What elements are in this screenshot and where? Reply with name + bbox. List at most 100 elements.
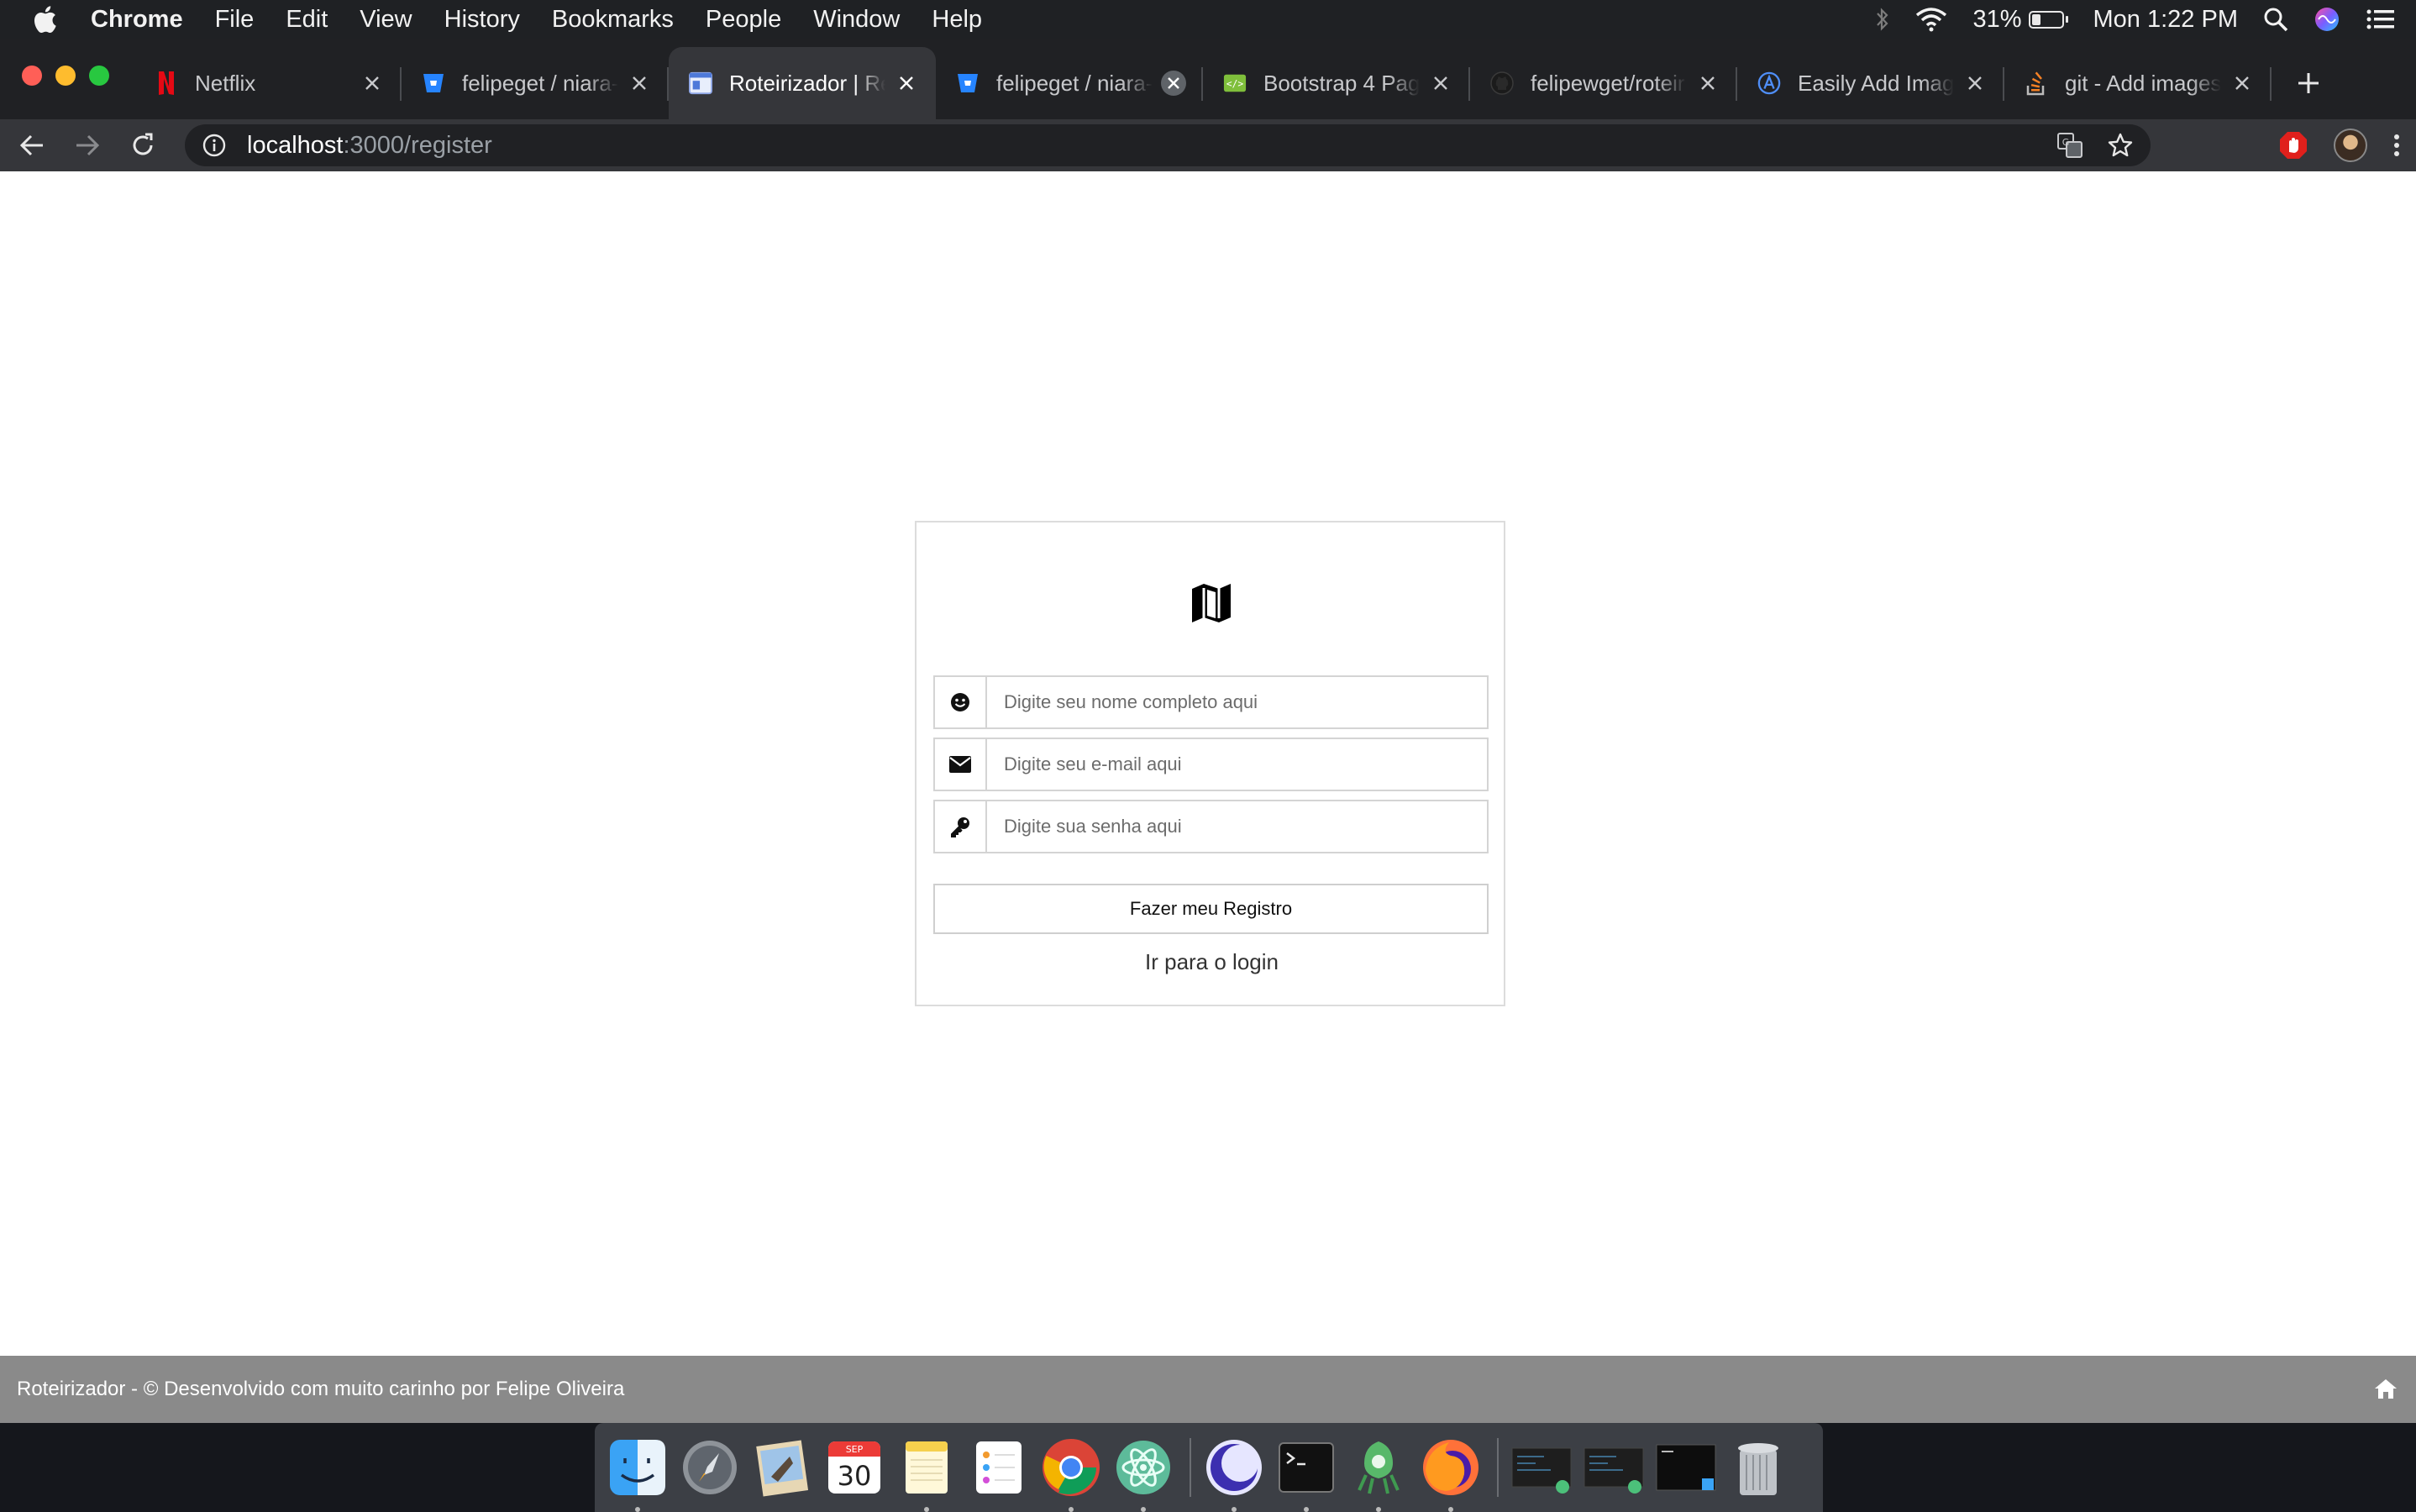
adblock-extension-icon[interactable] [2278, 130, 2308, 160]
menu-people[interactable]: People [706, 6, 781, 34]
full-name-input[interactable] [987, 677, 1487, 727]
tab-roteirizador-active[interactable]: Roteirizador | Reg [669, 47, 936, 119]
envelope-icon [935, 739, 987, 790]
new-tab-button[interactable] [2283, 47, 2334, 119]
window-thumbnail-1[interactable] [1510, 1436, 1573, 1499]
site-info-icon[interactable] [200, 131, 228, 160]
bitbucket-icon [422, 71, 445, 95]
menu-help[interactable]: Help [932, 6, 982, 34]
menu-edit[interactable]: Edit [286, 6, 328, 34]
calendar-icon[interactable]: SEP 30 [823, 1436, 885, 1499]
notification-center-icon[interactable] [2366, 8, 2396, 31]
finder-icon[interactable] [607, 1436, 669, 1512]
mercury-icon[interactable] [1203, 1436, 1265, 1512]
firefox-icon[interactable] [1420, 1436, 1482, 1512]
calendar-month: SEP [846, 1444, 864, 1455]
chrome-menu-icon[interactable] [2392, 133, 2401, 158]
tab-close-icon[interactable] [1161, 71, 1186, 96]
tab-title: Bootstrap 4 Pagi [1263, 70, 1420, 96]
key-icon [935, 801, 987, 852]
avatar [2334, 129, 2367, 162]
menu-history[interactable]: History [444, 6, 520, 34]
window-close-button[interactable] [22, 66, 42, 86]
tab-git-add-images[interactable]: git - Add images [2004, 47, 2272, 119]
tab-close-icon[interactable] [1962, 71, 1988, 96]
wifi-icon[interactable] [1915, 7, 1947, 32]
reload-button[interactable] [119, 122, 166, 169]
calendar-day: 30 [838, 1460, 872, 1492]
reload-icon [133, 133, 153, 155]
url-path: :3000/register [343, 131, 492, 159]
notes-icon[interactable] [895, 1436, 958, 1512]
reminders-icon[interactable] [968, 1436, 1030, 1499]
page-footer: Roteirizador - © Desenvolvido com muito … [0, 1356, 2416, 1423]
translate-icon[interactable]: G [2056, 132, 2083, 159]
home-icon[interactable] [2374, 1378, 2398, 1405]
mail-icon[interactable] [751, 1436, 813, 1499]
battery-level-fill [2031, 13, 2041, 25]
menubar-clock[interactable]: Mon 1:22 PM [2093, 6, 2238, 34]
tab-bitbucket-2[interactable]: felipeget / niara- [936, 47, 1203, 119]
go-to-login-link[interactable]: Ir para o login [917, 949, 1507, 975]
launchpad-icon[interactable] [679, 1436, 741, 1499]
browser-tab-strip: Netflix felipeget / niara- Roteirizador … [0, 39, 2416, 119]
tab-close-icon[interactable] [627, 71, 652, 96]
tab-title: felipeget / niara- [996, 70, 1153, 96]
apple-icon[interactable] [32, 5, 66, 34]
tab-close-icon[interactable] [2230, 71, 2255, 96]
macos-dock: SEP 30 [595, 1423, 1823, 1512]
tab-close-icon[interactable] [360, 71, 385, 96]
bookmark-star-icon[interactable] [2107, 132, 2134, 159]
menu-view[interactable]: View [360, 6, 412, 34]
battery-icon[interactable]: 31% [1972, 6, 2068, 34]
dock-separator [1190, 1438, 1191, 1497]
trash-icon[interactable] [1727, 1436, 1789, 1499]
forward-button[interactable] [64, 122, 111, 169]
bitbucket-icon [956, 71, 980, 95]
tab-close-icon[interactable] [894, 71, 919, 96]
address-bar[interactable]: localhost:3000/register G [185, 124, 2151, 166]
arrow-left-icon [19, 134, 43, 156]
bluetooth-icon[interactable] [1875, 7, 1890, 32]
app-icon [689, 71, 712, 95]
spotlight-icon[interactable] [2263, 7, 2288, 32]
tab-title: Easily Add Image [1798, 70, 1954, 96]
tab-title: felipewget/roteir [1531, 70, 1685, 96]
netflix-icon [155, 71, 178, 95]
menu-file[interactable]: File [215, 6, 255, 34]
name-input-group [933, 675, 1489, 729]
password-input[interactable] [987, 801, 1487, 852]
window-minimize-button[interactable] [55, 66, 76, 86]
email-input[interactable] [987, 739, 1487, 790]
plus-icon [2298, 73, 2319, 93]
tab-easily-add-image[interactable]: Easily Add Image [1737, 47, 2004, 119]
tab-netflix[interactable]: Netflix [134, 47, 402, 119]
atom-icon[interactable] [1112, 1436, 1174, 1512]
terminal-icon[interactable] [1275, 1436, 1337, 1512]
chrome-icon[interactable] [1040, 1436, 1102, 1512]
back-button[interactable] [8, 122, 55, 169]
github-icon [1490, 71, 1514, 95]
siri-icon[interactable] [2314, 6, 2340, 33]
window-thumbnail-3[interactable] [1655, 1436, 1717, 1499]
menu-window[interactable]: Window [813, 6, 900, 34]
register-submit-button[interactable]: Fazer meu Registro [933, 884, 1489, 934]
tab-bootstrap[interactable]: </> Bootstrap 4 Pagi [1203, 47, 1470, 119]
svg-text:G: G [2062, 137, 2070, 148]
tab-github[interactable]: felipewget/roteir [1470, 47, 1737, 119]
tab-close-icon[interactable] [1428, 71, 1453, 96]
tab-bitbucket-1[interactable]: felipeget / niara- [402, 47, 669, 119]
tab-close-icon[interactable] [1695, 71, 1720, 96]
smile-icon [935, 677, 987, 727]
gitkraken-icon[interactable] [1347, 1436, 1410, 1512]
window-thumbnail-2[interactable] [1583, 1436, 1645, 1499]
email-input-group [933, 738, 1489, 791]
tab-title: felipeget / niara- [462, 70, 618, 96]
svg-text:</>: </> [1226, 79, 1243, 90]
tab-list: Netflix felipeget / niara- Roteirizador … [134, 39, 2334, 119]
menu-app-chrome[interactable]: Chrome [91, 6, 183, 34]
battery-shell [2028, 10, 2064, 29]
profile-avatar[interactable] [2334, 129, 2367, 162]
window-zoom-button[interactable] [89, 66, 109, 86]
menu-bookmarks[interactable]: Bookmarks [552, 6, 674, 34]
